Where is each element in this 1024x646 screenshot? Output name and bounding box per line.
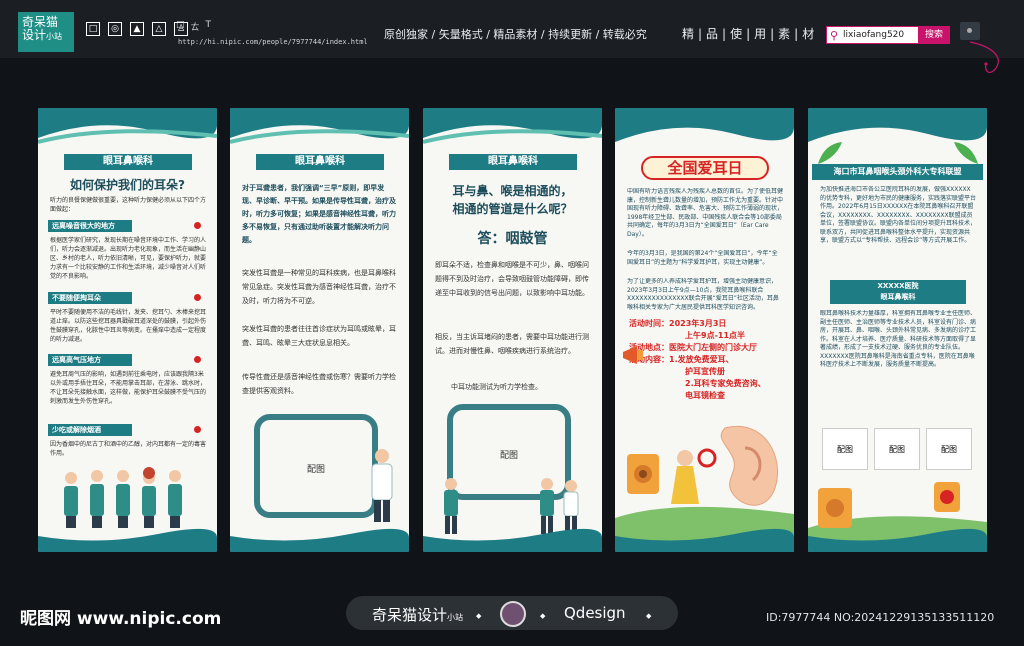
brand-seal-icon — [500, 601, 526, 627]
top-wave — [230, 108, 409, 148]
brand-logo[interactable]: 奇呆猫 设计小站 — [18, 12, 74, 52]
flask-icon[interactable]: △ — [152, 22, 166, 36]
image-id: ID:7977744 NO:20241229135133511120 — [766, 611, 995, 624]
top-wave — [615, 108, 794, 148]
panel-title: 如何保护我们的耳朵? — [70, 178, 185, 192]
brand-name: 奇呆猫设计小站 — [372, 606, 464, 624]
bold-paragraph: 对于耳聋患者，我们强调“三早”原则，即早发现、早诊断、早干预。如果是传导性耳聋，… — [242, 184, 396, 244]
section-text-3: 避免耳周气压的影响，如遇到前往乘电时，应该跟我隔3米以外或用手捂住耳朵，不能用掌… — [50, 371, 206, 405]
dept-body: 眼耳鼻喉科技术力量雄厚，科室拥有耳鼻喉专业主任医师、副主任医师、主治医师等专业技… — [820, 310, 976, 368]
tools-row: □ ㄊ T — [176, 20, 211, 33]
separator-dot: ◆ — [476, 612, 482, 620]
placeholder-label: 配图 — [306, 465, 325, 475]
place-value: 医院大门左侧的门诊大厅 — [669, 343, 757, 352]
paragraph-2: 突发性耳聋的患者往往首诊症状为耳鸣或眩晕，耳聋、耳鸣、眩晕三大症状息息相关。 — [242, 325, 396, 347]
share-icons: □ ◎ ▲ △ ♙ — [86, 22, 188, 36]
photo-placeholder-3: 配图 — [926, 428, 972, 470]
alliance-title: 海口市耳鼻咽喉头颈外科大专科联盟 — [812, 164, 983, 180]
gift-icon[interactable]: □ — [86, 22, 100, 36]
separator-dot: ◆ — [540, 612, 546, 620]
section-text-4: 因为香烟中的尼古丁和酒中的乙醇，对内耳都有一定的毒害作用。 — [50, 441, 206, 457]
section-label-4: 少吃或解除烟酒 — [48, 424, 132, 436]
alliance-intro: 为加快推进海口市各公立医院耳科的发展，做强XXXXXX的优势专科，更好地为市民的… — [820, 186, 976, 244]
bottom-wave — [230, 528, 409, 552]
question-line2: 相通的管道是什么呢？ — [452, 202, 573, 216]
content-item-4: 电耳镜检查 — [685, 391, 725, 400]
event-title: 全国爱耳日 — [641, 156, 769, 180]
photo-placeholder-1: 配图 — [822, 428, 868, 470]
section-label-2: 不要随便掏耳朵 — [48, 292, 132, 304]
time-value-2: 上午9点-11点半 — [685, 331, 746, 340]
top-wave — [423, 108, 602, 148]
plus-icon — [194, 294, 201, 301]
top-bar: 奇呆猫 设计小站 □ ◎ ▲ △ ♙ □ ㄊ T http://hi.nipic… — [0, 0, 1024, 58]
panel-protect-ears: 眼耳鼻喉科 如何保护我们的耳朵? 听力的良餐保健做很重要，这种听力保健必须从以下… — [38, 108, 217, 552]
bottom-wave — [423, 528, 602, 552]
panel-eustachian: 眼耳鼻喉科 耳与鼻、喉是相通的， 相通的管道是什么呢？ 答：咽鼓管 即耳朵不适，… — [423, 108, 602, 552]
section-text-1: 根据医学家们研究，发现长期在噪音环境中工作、学习的人们，听力会逐渐减退。出现听力… — [50, 237, 206, 280]
intro-3: 为了让更多的人养成科学爱耳护耳，增强主动健康意识，2023年3月3日上午9点—1… — [627, 278, 779, 311]
bottom-wave — [38, 528, 217, 552]
dept-ribbon: 眼耳鼻喉科 — [256, 154, 384, 170]
time-value: 2023年3月3日 — [669, 319, 727, 328]
search-icon: ⚲ — [829, 28, 839, 42]
paragraph-1: 即耳朵不适，检查鼻和咽喉是不可少，鼻、咽喉问题得不到及时治疗，会导致咽鼓管功能障… — [435, 261, 589, 297]
cord-icon — [969, 41, 999, 73]
tagline: 精|品|使|用|素|材 — [682, 27, 819, 41]
plus-icon — [194, 356, 201, 363]
nipic-logo[interactable]: 昵图网 www.nipic.com — [20, 604, 221, 629]
logo-sub: 小站 — [46, 32, 63, 41]
answer: 答：咽鼓管 — [477, 231, 548, 247]
paragraph-1: 突发性耳聋是一种常见的耳科疾病，也是耳鼻喉科常见急症。突发性耳聋为感音神经性耳聋… — [242, 269, 396, 305]
tool-2[interactable]: ㄊ — [191, 20, 200, 33]
intro-text: 听力的良餐保健做很重要，这种听力保健必须从以下四个方面做起： — [50, 197, 207, 213]
tool-1[interactable]: □ — [176, 20, 185, 33]
panel-alliance: 海口市耳鼻咽喉头颈外科大专科联盟 为加快推进海口市各公立医院耳科的发展，做强XX… — [808, 108, 987, 552]
search-button[interactable]: 搜索 — [918, 26, 950, 44]
section-text-2: 平时不要随便用不洁的毛线针，发夹、挖耳勺、木棒来挖耳道止痒。以防这些挖耳器具戳破… — [50, 309, 206, 343]
dept-ribbon: 眼耳鼻喉科 — [64, 154, 192, 170]
logo-line2: 设计 — [22, 28, 47, 42]
panel-ear-care-day: 全国爱耳日 中国有听力语言残疾人为残疾人总数的首位。为了使低耳健康，控制新生聋儿… — [615, 108, 794, 552]
image-placeholder: 配图 — [254, 414, 378, 518]
profile-url[interactable]: http://hi.nipic.com/people/7977744/index… — [178, 38, 368, 46]
paragraph-3: 传导性聋还是感音神经性聋或伤寒？需要听力学检查提供客观资料。 — [242, 373, 396, 395]
placeholder-label: 配图 — [499, 451, 518, 461]
intro-1: 中国有听力语言残疾人为残疾人总数的首位。为了使低耳健康，控制新生聋儿数量的增加，… — [627, 188, 783, 238]
section-label-1: 远离噪音很大的地方 — [48, 220, 132, 232]
bottom-wave — [615, 528, 794, 552]
time-label: 活动时间： — [629, 319, 669, 328]
panel-deafness: 眼耳鼻喉科 对于耳聋患者，我们强调“三早”原则，即早发现、早诊断、早干预。如果是… — [230, 108, 409, 552]
top-wave — [38, 108, 217, 148]
paragraph-2: 相反，当主诉耳堵闷的患者，需要中耳功能进行测试。进而对慢性鼻、咽喉疾病进行系统治… — [435, 333, 589, 355]
content-item-1: 1.发放免费爱耳、 — [669, 355, 734, 364]
photo-row: 配图 配图 配图 — [822, 428, 972, 470]
tool-3[interactable]: T — [206, 20, 212, 33]
separator-dot: ◆ — [646, 612, 652, 620]
image-icon[interactable]: ▲ — [130, 22, 144, 36]
photo-placeholder-2: 配图 — [874, 428, 920, 470]
search-input[interactable]: lixiaofang520 — [841, 30, 904, 40]
slogans: 原创独家 / 矢量格式 / 精品素材 / 持续更新 / 转载必究 — [384, 28, 647, 41]
intro-2: 今年的3月3日，是我国的第24个“全国爱耳日”，今年“全国爱耳日”的主题为“科学… — [627, 250, 778, 266]
section-label-3: 远离高气压地方 — [48, 354, 132, 366]
qdesign-label: Qdesign — [564, 604, 626, 622]
plus-icon — [194, 426, 201, 433]
dept-ribbon: 眼耳鼻喉科 — [449, 154, 577, 170]
hospital-banner: XXXXX医院 眼耳鼻喉科 — [830, 280, 966, 304]
dept-name: 眼耳鼻喉科 — [880, 293, 916, 301]
bottom-wave — [808, 528, 987, 552]
content-item-3: 2.耳科专家免费咨询、 — [685, 379, 766, 388]
hospital-name: XXXXX医院 — [877, 282, 919, 290]
megaphone-icon — [623, 346, 643, 364]
plus-icon — [194, 222, 201, 229]
question-line1: 耳与鼻、喉是相通的， — [452, 184, 573, 198]
paragraph-3: 中耳功能测试为听力学检查。 — [451, 383, 542, 391]
camera-icon[interactable]: ◎ — [108, 22, 122, 36]
